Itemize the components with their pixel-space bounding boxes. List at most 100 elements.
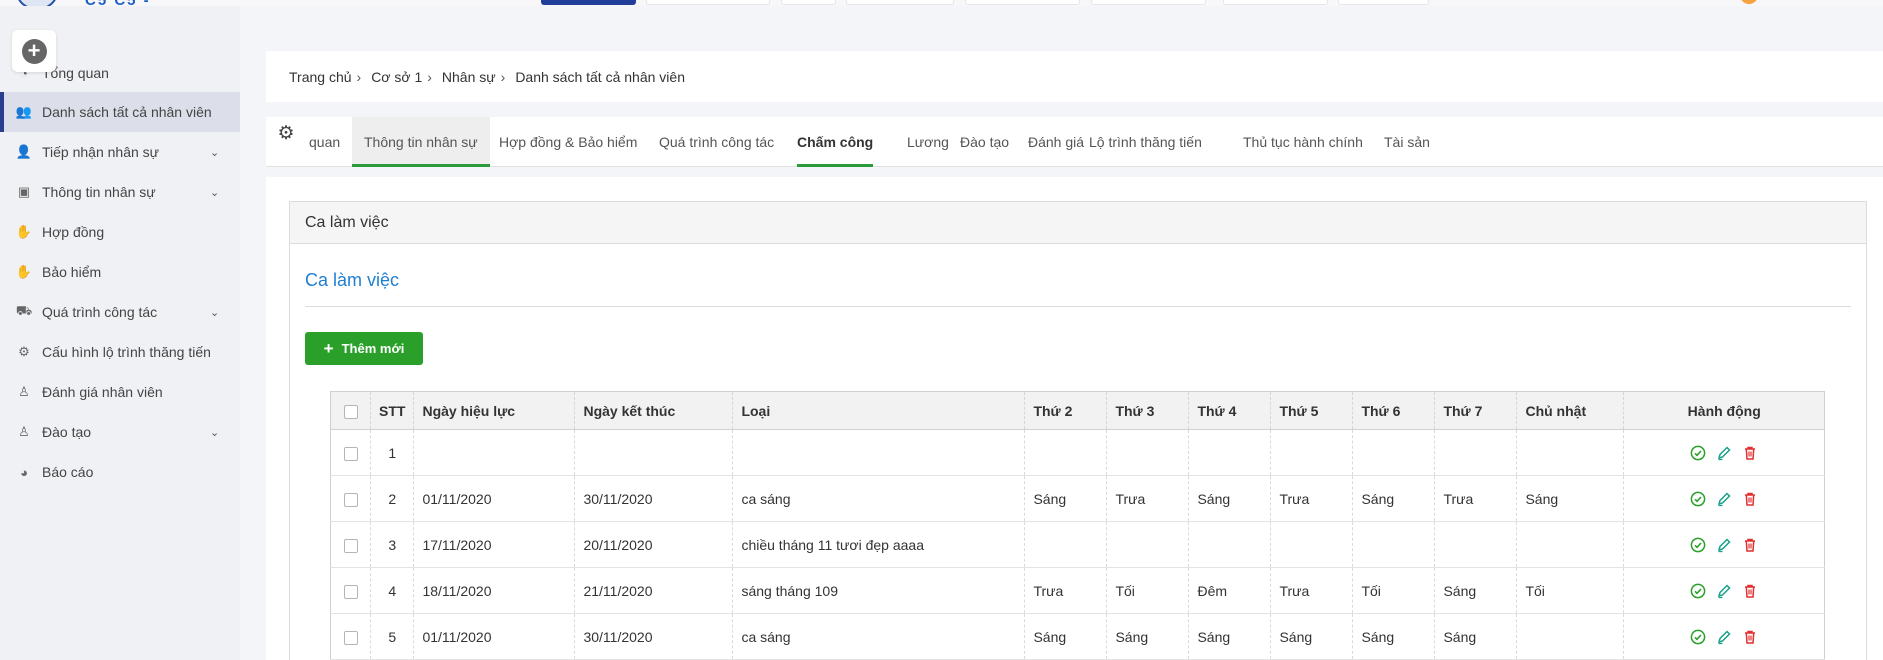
top-nav-item[interactable] [1091, 0, 1206, 5]
add-new-button[interactable]: + Thêm mới [305, 332, 423, 365]
delete-icon[interactable] [1742, 445, 1758, 461]
delete-icon[interactable] [1742, 491, 1758, 507]
cell-end-date: 20/11/2020 [574, 521, 734, 568]
sidebar-item-contract[interactable]: ✋ Hợp đồng [0, 212, 240, 252]
top-nav-item[interactable] [1338, 0, 1429, 5]
tab-work-history[interactable]: Quá trình công tác [647, 117, 786, 167]
top-nav-item-active[interactable] [541, 0, 636, 5]
cell-fri: Sáng [1352, 475, 1436, 522]
tab-personnel-info[interactable]: Thông tin nhân sự [352, 117, 490, 167]
sidebar-item-all-employees[interactable]: 👥 Danh sách tất cả nhân viên [0, 92, 240, 132]
col-header-effective-date[interactable]: Ngày hiệu lực [413, 391, 576, 430]
tab-overview[interactable]: quan [297, 117, 352, 167]
edit-icon[interactable] [1716, 629, 1732, 645]
tab-assets[interactable]: Tài sản [1372, 117, 1442, 167]
sidebar-item-report[interactable]: ◕ Báo cáo [0, 452, 240, 492]
approve-icon[interactable] [1690, 629, 1706, 645]
sidebar-item-promotion-config[interactable]: ⚙ Cấu hình lộ trình thăng tiến [0, 332, 240, 372]
approve-icon[interactable] [1690, 445, 1706, 461]
tab-label: quan [309, 134, 341, 150]
cell-mon: Trưa [1024, 567, 1108, 614]
cell-sat [1434, 521, 1518, 568]
cell-mon: Sáng [1024, 475, 1108, 522]
divider [305, 306, 1851, 307]
edit-icon[interactable] [1716, 491, 1732, 507]
cell-fri [1352, 521, 1436, 568]
cell-tue: Sáng [1106, 613, 1190, 660]
tab-contract-insurance[interactable]: Hợp đồng & Bảo hiểm [487, 117, 649, 167]
col-header-thu[interactable]: Thứ 5 [1270, 391, 1354, 430]
top-nav-item[interactable] [846, 0, 954, 5]
user-avatar[interactable] [1740, 0, 1758, 4]
sidebar-item-insurance[interactable]: ✋ Bảo hiểm [0, 252, 240, 292]
tab-underline [352, 164, 490, 167]
cell-stt: 3 [370, 521, 415, 568]
cell-sun: Tối [1516, 567, 1625, 614]
row-checkbox[interactable] [343, 584, 358, 599]
cell-end-date: 30/11/2020 [574, 613, 734, 660]
approve-icon[interactable] [1690, 583, 1706, 599]
col-header-fri[interactable]: Thứ 6 [1352, 391, 1436, 430]
row-select-cell [330, 475, 371, 522]
edit-icon[interactable] [1716, 537, 1732, 553]
section-title: Ca làm việc [305, 270, 400, 290]
chevron-down-icon: ⌄ [210, 186, 220, 199]
sidebar-item-recruitment[interactable]: 👤 Tiếp nhận nhân sự ⌄ [0, 132, 240, 172]
breadcrumb-branch[interactable]: Cơ sở 1 [371, 69, 422, 85]
cell-thu: Sáng [1270, 613, 1354, 660]
row-checkbox[interactable] [343, 630, 358, 645]
cell-wed [1188, 429, 1272, 476]
handshake-icon: ✋ [15, 224, 33, 239]
breadcrumb-hr[interactable]: Nhân sự [442, 69, 496, 85]
delete-icon[interactable] [1742, 537, 1758, 553]
delete-icon[interactable] [1742, 629, 1758, 645]
row-checkbox[interactable] [343, 538, 358, 553]
sidebar-item-work-history[interactable]: ⛟ Quá trình công tác ⌄ [0, 292, 240, 332]
cell-type: chiều tháng 11 tươi đẹp aaaa [732, 521, 1026, 568]
table-row: 3 17/11/2020 20/11/2020 chiều tháng 11 tươi… [330, 521, 1825, 568]
tab-admin-procedures[interactable]: Thủ tục hành chính [1231, 117, 1375, 167]
top-nav-item[interactable] [965, 0, 1080, 5]
tab-promotion-path[interactable]: Lộ trình thăng tiến [1077, 117, 1214, 167]
cell-wed: Sáng [1188, 613, 1272, 660]
cell-effective-date [413, 429, 576, 476]
row-checkbox[interactable] [343, 492, 358, 507]
cell-tue [1106, 429, 1190, 476]
add-button[interactable]: + [12, 30, 56, 72]
col-header-end-date[interactable]: Ngày kết thúc [574, 391, 734, 430]
approve-icon[interactable] [1690, 537, 1706, 553]
sidebar-item-label: Hợp đồng [42, 224, 105, 240]
gear-icon[interactable]: ⚙ [275, 123, 297, 145]
tab-underline [797, 164, 874, 167]
col-header-sat[interactable]: Thứ 7 [1434, 391, 1518, 430]
col-header-type[interactable]: Loại [732, 391, 1026, 430]
edit-icon[interactable] [1716, 583, 1732, 599]
sidebar-item-label: Đánh giá nhân viên [42, 384, 163, 400]
col-header-tue[interactable]: Thứ 3 [1106, 391, 1190, 430]
cell-sat: Sáng [1434, 613, 1518, 660]
top-nav-item[interactable] [646, 0, 770, 5]
approve-icon[interactable] [1690, 491, 1706, 507]
row-checkbox[interactable] [343, 446, 358, 461]
sidebar-item-training[interactable]: ♙ Đào tạo ⌄ [0, 412, 240, 452]
row-select-cell [330, 521, 371, 568]
tab-label: Lộ trình thăng tiến [1089, 134, 1202, 150]
edit-icon[interactable] [1716, 445, 1732, 461]
sidebar-item-label: Tiếp nhận nhân sự [42, 144, 160, 160]
select-all-checkbox[interactable] [343, 404, 358, 419]
sidebar-item-evaluation[interactable]: ♙ Đánh giá nhân viên [0, 372, 240, 412]
col-header-mon[interactable]: Thứ 2 [1024, 391, 1108, 430]
col-header-sun[interactable]: Chủ nhật [1516, 391, 1625, 430]
tab-training[interactable]: Đào tạo [948, 117, 1021, 167]
top-nav-item[interactable] [781, 0, 836, 5]
col-header-wed[interactable]: Thứ 4 [1188, 391, 1272, 430]
cell-sun [1516, 429, 1625, 476]
delete-icon[interactable] [1742, 583, 1758, 599]
col-header-stt[interactable]: STT [370, 391, 415, 430]
breadcrumb-home[interactable]: Trang chủ [289, 69, 352, 85]
sidebar-item-personnel-info[interactable]: ▣ Thông tin nhân sự ⌄ [0, 172, 240, 212]
top-nav-item[interactable] [1223, 0, 1328, 5]
cell-sat: Trưa [1434, 475, 1518, 522]
tab-bar: ⚙ quan Thông tin nhân sự Hợp đồng & Bảo … [266, 117, 1883, 167]
tab-timekeeping[interactable]: Chấm công [785, 117, 885, 167]
